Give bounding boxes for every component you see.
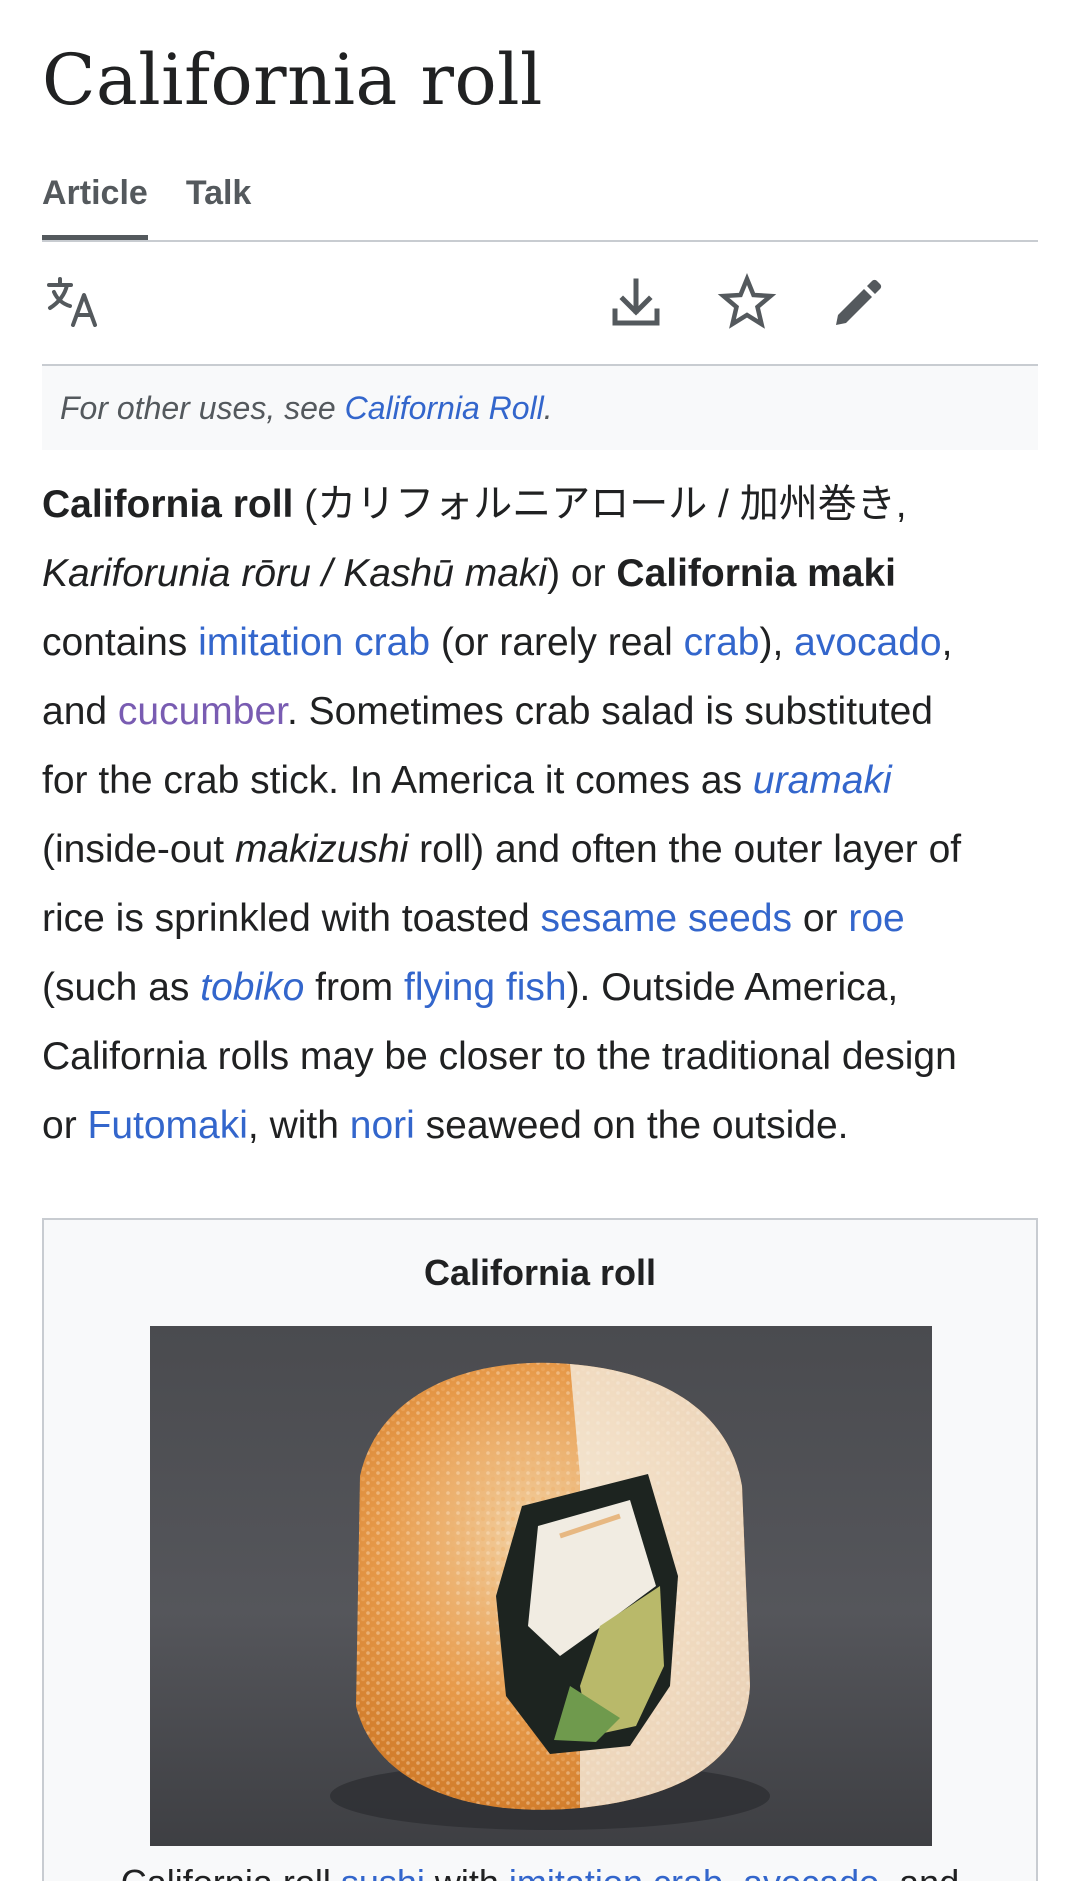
link-tobiko[interactable]: tobiko	[200, 966, 304, 1009]
star-icon	[717, 273, 777, 329]
lead-text: or	[42, 1104, 88, 1147]
link-cucumber[interactable]: cucumber	[118, 690, 287, 733]
lead-text: ) or	[547, 552, 617, 595]
caption-text: with	[425, 1862, 509, 1881]
link-flying-fish[interactable]: flying fish	[404, 966, 567, 1009]
caption-link-avocado[interactable]: avocado	[743, 1862, 879, 1881]
lead-text: California rolls may be closer to the tr…	[42, 1035, 957, 1078]
lead-text: (or rarely real	[430, 621, 684, 664]
hatnote-text: For other uses, see	[60, 390, 345, 426]
lead-text: (カリフォルニアロール / 加州巻き,	[293, 483, 907, 526]
page-actions-toolbar	[42, 242, 1038, 366]
language-icon	[47, 277, 97, 327]
lead-text: from	[304, 966, 404, 1009]
lead-text: (inside-out	[42, 828, 235, 871]
link-roe[interactable]: roe	[848, 897, 904, 940]
article-page: California roll Article Talk For other u…	[0, 0, 1080, 1881]
infobox: California roll	[42, 1218, 1038, 1881]
caption-link-imitation-crab[interactable]: imitation crab	[509, 1862, 723, 1881]
lead-text: for the crab stick. In America it comes …	[42, 759, 753, 802]
link-avocado[interactable]: avocado	[794, 621, 941, 664]
link-crab[interactable]: crab	[684, 621, 760, 664]
edit-icon	[836, 279, 882, 325]
lead-text: roll) and often the outer layer of	[408, 828, 962, 871]
download-button[interactable]	[605, 272, 667, 334]
tab-article[interactable]: Article	[42, 162, 148, 240]
page-title: California roll	[42, 39, 543, 121]
caption-text: ,	[723, 1862, 743, 1881]
lead-text: seaweed on the outside.	[414, 1104, 849, 1147]
watch-star-button[interactable]	[716, 272, 778, 334]
link-futomaki[interactable]: Futomaki	[88, 1104, 248, 1147]
lead-text: ). Outside America,	[566, 966, 899, 1009]
download-icon	[612, 278, 660, 326]
hatnote-suffix: .	[543, 390, 553, 426]
link-sesame-seeds[interactable]: sesame seeds	[541, 897, 792, 940]
edit-button[interactable]	[827, 272, 889, 334]
lead-romanization: Kariforunia rōru / Kashū maki	[42, 552, 548, 595]
lead-text: contains	[42, 621, 199, 664]
article-tabs: Article Talk	[42, 162, 1038, 242]
lead-text: . Sometimes crab salad is substituted	[287, 690, 933, 733]
hatnote-link[interactable]: California Roll	[345, 390, 544, 426]
caption-link-sushi[interactable]: sushi	[341, 1862, 425, 1881]
lead-text: (such as	[42, 966, 201, 1009]
caption-text: , and	[879, 1862, 959, 1881]
language-button[interactable]	[42, 272, 104, 334]
tab-talk[interactable]: Talk	[186, 162, 252, 238]
lead-text: , with	[247, 1104, 350, 1147]
lead-bold-alt-name: California maki	[616, 552, 896, 595]
infobox-caption: California roll sushi with imitation cra…	[44, 1858, 1036, 1881]
infobox-title: California roll	[423, 1252, 657, 1293]
lead-text: or	[792, 897, 849, 940]
lead-bold-title: California roll	[42, 483, 294, 526]
sushi-illustration	[330, 1362, 770, 1830]
lead-text: and	[42, 690, 118, 733]
california-roll-image[interactable]	[150, 1326, 932, 1846]
link-imitation-crab[interactable]: imitation crab	[198, 621, 430, 664]
lead-text: rice is sprinkled with toasted	[42, 897, 541, 940]
lead-text: ,	[941, 621, 953, 664]
link-nori[interactable]: nori	[350, 1104, 415, 1147]
caption-text: California roll	[121, 1862, 341, 1881]
link-uramaki[interactable]: uramaki	[753, 759, 892, 802]
lead-italic-term: makizushi	[234, 828, 409, 871]
lead-paragraph: California roll (カリフォルニアロール / 加州巻き, Kari…	[42, 470, 1042, 1160]
hatnote: For other uses, see California Roll.	[42, 366, 1038, 450]
lead-text: ),	[759, 621, 795, 664]
